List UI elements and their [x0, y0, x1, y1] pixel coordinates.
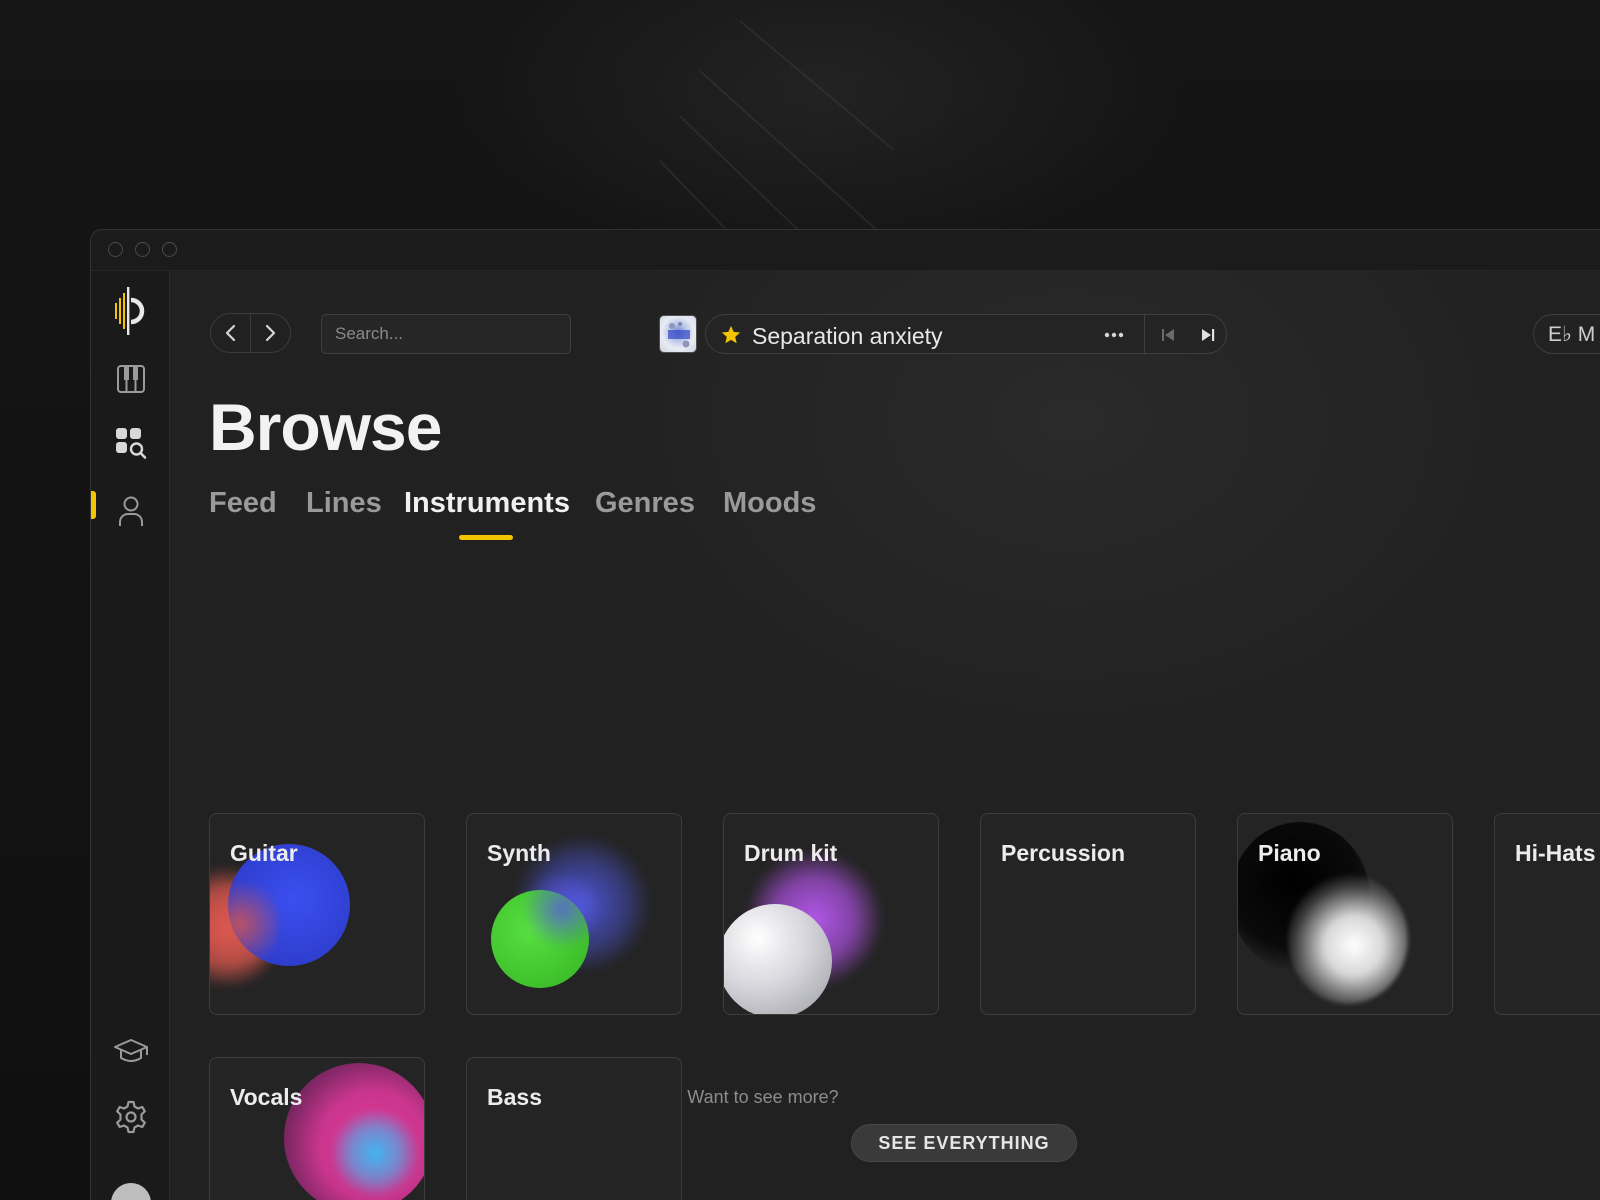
app-logo-icon[interactable]: [109, 287, 153, 335]
instrument-label: Percussion: [1001, 840, 1125, 866]
album-art-thumbnail[interactable]: [659, 315, 697, 353]
active-tab-indicator: [459, 535, 513, 540]
instrument-card-bass[interactable]: Bass: [466, 1057, 682, 1200]
instrument-card-drum-kit[interactable]: Drum kit: [723, 813, 939, 1015]
instrument-label: Guitar: [230, 840, 298, 866]
forward-button[interactable]: [251, 314, 290, 352]
tab-moods[interactable]: Moods: [723, 487, 816, 520]
instrument-label: Hi-Hats: [1515, 840, 1596, 866]
instrument-label: Synth: [487, 840, 551, 866]
tab-genres[interactable]: Genres: [595, 487, 695, 520]
instrument-card-percussion[interactable]: Percussion: [980, 813, 1196, 1015]
instrument-label: Drum kit: [744, 840, 838, 866]
instrument-card-vocals[interactable]: Vocals: [209, 1057, 425, 1200]
instrument-label: Piano: [1258, 840, 1321, 866]
instrument-card-guitar[interactable]: Guitar: [209, 813, 425, 1015]
sidebar: [91, 271, 170, 1200]
page-title: Browse: [209, 390, 442, 464]
active-indicator: [91, 491, 96, 519]
now-playing-bar[interactable]: Separation anxiety: [705, 314, 1227, 354]
tab-feed[interactable]: Feed: [209, 487, 277, 520]
instrument-label: Bass: [487, 1084, 542, 1110]
back-button[interactable]: [211, 314, 250, 352]
chevron-left-icon: [225, 324, 235, 342]
next-track-icon[interactable]: [1194, 323, 1222, 347]
tab-instruments[interactable]: Instruments: [404, 487, 570, 520]
instrument-card-synth[interactable]: Synth: [466, 813, 682, 1015]
search-input[interactable]: [321, 314, 571, 354]
main-content: Separation anxiety: [171, 271, 1600, 1200]
minimize-window-button[interactable]: [135, 242, 150, 257]
chevron-right-icon: [266, 324, 276, 342]
instrument-card-hi-hats[interactable]: Hi-Hats: [1494, 813, 1600, 1015]
more-options-icon[interactable]: [1100, 323, 1128, 347]
app-window: Separation anxiety: [90, 229, 1600, 1200]
tab-lines[interactable]: Lines: [306, 487, 382, 520]
piano-keys-icon[interactable]: [109, 357, 153, 401]
close-window-button[interactable]: [108, 242, 123, 257]
previous-track-icon[interactable]: [1154, 323, 1182, 347]
avatar[interactable]: [111, 1183, 151, 1200]
gear-icon[interactable]: [109, 1095, 153, 1139]
see-everything-button[interactable]: SEE EVERYTHING: [851, 1124, 1077, 1162]
history-nav: [210, 313, 291, 353]
browse-search-icon[interactable]: [109, 421, 153, 465]
instrument-card-piano[interactable]: Piano: [1237, 813, 1453, 1015]
user-profile-icon[interactable]: [109, 489, 153, 533]
maximize-window-button[interactable]: [162, 242, 177, 257]
graduation-cap-icon[interactable]: [109, 1029, 153, 1073]
instrument-label: Vocals: [230, 1084, 303, 1110]
key-selector[interactable]: E♭ M: [1533, 314, 1600, 354]
title-bar: [91, 230, 1600, 271]
star-icon[interactable]: [720, 324, 742, 351]
now-playing-title: Separation anxiety: [752, 323, 943, 349]
